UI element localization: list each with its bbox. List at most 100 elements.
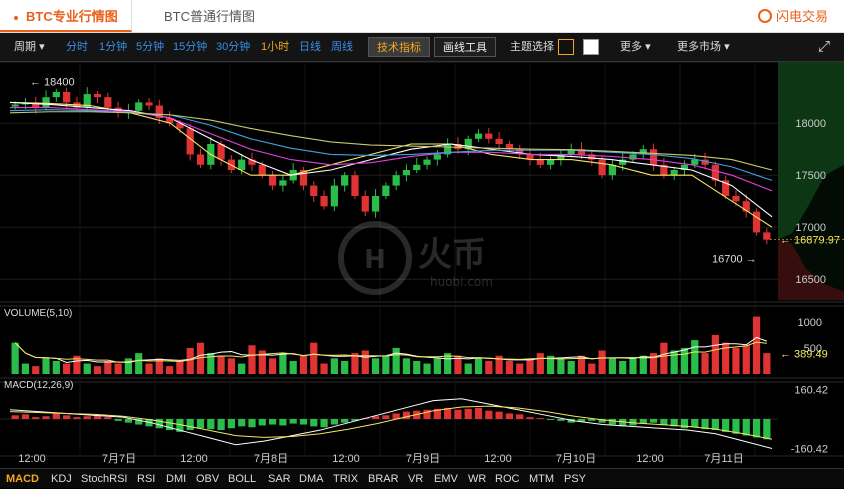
price-tick-label: 17000 <box>795 222 826 234</box>
tab-bar: BTC专业行情图 BTC普通行情图 闪电交易 <box>0 0 844 33</box>
volume-bar <box>176 360 184 374</box>
indicator-boll[interactable]: BOLL <box>228 469 256 488</box>
volume-bar <box>21 363 30 374</box>
time-axis-label: 7月7日 <box>102 453 136 465</box>
volume-bar <box>691 340 699 374</box>
volume-bar <box>93 366 102 374</box>
volume-bar <box>289 360 297 374</box>
macd-histogram-bar <box>732 419 740 434</box>
period-label: 周期 <box>14 41 36 53</box>
indicator-kdj[interactable]: KDJ <box>51 469 72 488</box>
volume-bar <box>83 363 91 374</box>
candle-body <box>135 102 143 111</box>
volume-bar <box>268 358 277 374</box>
macd-histogram-bar <box>485 410 493 419</box>
volume-bar <box>382 355 390 374</box>
macd-histogram-bar <box>217 419 225 431</box>
volume-bar <box>248 345 256 374</box>
macd-histogram-bar <box>248 419 256 428</box>
volume-bar <box>526 358 534 374</box>
volume-bar <box>145 363 153 374</box>
candle-body <box>474 133 483 139</box>
interval-1hour[interactable]: 1小时 <box>261 33 289 61</box>
macd-label: MACD(12,26,9) <box>4 380 73 391</box>
period-dropdown[interactable]: 周期 ▾ <box>14 33 45 61</box>
indicator-mtm[interactable]: MTM <box>529 469 554 488</box>
indicator-wr[interactable]: WR <box>468 469 486 488</box>
macd-histogram-bar <box>186 419 194 431</box>
indicator-vr[interactable]: VR <box>408 469 423 488</box>
indicator-dma[interactable]: DMA <box>299 469 323 488</box>
interval-weekly[interactable]: 周线 <box>331 33 353 61</box>
candle-body <box>361 196 369 212</box>
macd-histogram-bar <box>742 419 750 436</box>
indicator-macd[interactable]: MACD <box>6 469 39 488</box>
candle-body <box>536 159 544 165</box>
candle-body <box>186 128 194 155</box>
flash-trade-link[interactable]: 闪电交易 <box>757 0 828 32</box>
volume-bar <box>63 363 71 374</box>
indicator-psy[interactable]: PSY <box>564 469 586 488</box>
macd-histogram-bar <box>32 417 40 419</box>
volume-last-label: ← 389.49 <box>780 349 828 361</box>
more-markets-dropdown[interactable]: 更多市场 ▾ <box>677 33 730 61</box>
drawing-tools-button[interactable]: 画线工具 <box>434 37 496 57</box>
macd-histogram-bar <box>42 416 50 419</box>
macd-histogram-bar <box>495 411 503 419</box>
volume-bar <box>114 363 122 374</box>
candle-body <box>217 144 225 160</box>
volume-bar <box>557 358 565 374</box>
interval-1min[interactable]: 1分钟 <box>99 33 127 61</box>
macd-histogram-bar <box>299 419 308 425</box>
candle-body <box>351 175 359 196</box>
macd-histogram-bar <box>11 415 19 419</box>
macd-histogram-bar <box>526 417 534 419</box>
theme-label: 主题选择 <box>510 41 554 53</box>
more-dropdown[interactable]: 更多 ▾ <box>620 33 651 61</box>
candle-body <box>310 185 318 196</box>
indicators-button[interactable]: 技术指标 <box>368 37 430 57</box>
low-price-annotation: 16700 → <box>712 253 757 265</box>
candle-body <box>63 92 71 103</box>
interval-5min[interactable]: 5分钟 <box>136 33 164 61</box>
interval-daily[interactable]: 日线 <box>299 33 321 61</box>
indicator-emv[interactable]: EMV <box>434 469 458 488</box>
volume-bar <box>11 342 19 374</box>
volume-bar <box>392 347 400 374</box>
macd-histogram-bar <box>341 419 349 423</box>
macd-histogram-bar <box>454 409 462 419</box>
candle-body <box>341 175 349 186</box>
macd-histogram-bar <box>608 419 616 425</box>
theme-light-swatch[interactable] <box>583 39 599 55</box>
volume-tick-label: 1000 <box>798 317 822 329</box>
indicator-stochrsi[interactable]: StochRSI <box>81 469 127 488</box>
tab-pro-chart[interactable]: BTC专业行情图 <box>0 0 132 32</box>
volume-bar <box>433 358 441 374</box>
interval-30min[interactable]: 30分钟 <box>216 33 250 61</box>
caret-down-icon: ▾ <box>645 41 651 53</box>
indicator-sar[interactable]: SAR <box>268 469 291 488</box>
tab-basic-chart[interactable]: BTC普通行情图 <box>150 0 255 32</box>
interval-15min[interactable]: 15分钟 <box>173 33 207 61</box>
theme-dark-swatch[interactable] <box>558 39 574 55</box>
indicator-dmi[interactable]: DMI <box>166 469 186 488</box>
candle-body <box>763 232 771 240</box>
volume-bar <box>680 347 689 374</box>
high-price-annotation: ← 18400 <box>30 77 75 89</box>
price-chart[interactable]: H 火币 huobi.com ← 1840016700 →← 16879.97 … <box>0 62 844 467</box>
macd-histogram-bar <box>516 414 524 419</box>
indicator-roc[interactable]: ROC <box>495 469 519 488</box>
indicator-obv[interactable]: OBV <box>196 469 219 488</box>
time-axis-label: 7月11日 <box>704 453 744 465</box>
macd-histogram-bar <box>83 416 91 419</box>
indicator-brar[interactable]: BRAR <box>368 469 399 488</box>
indicator-rsi[interactable]: RSI <box>137 469 155 488</box>
macd-histogram-bar <box>382 415 390 419</box>
macd-histogram-bar <box>474 407 483 419</box>
interval-timeline[interactable]: 分时 <box>66 33 88 61</box>
candle-body <box>145 102 153 106</box>
indicator-trix[interactable]: TRIX <box>333 469 358 488</box>
fullscreen-icon[interactable]: ⤢ <box>818 33 830 61</box>
volume-bar <box>104 360 112 374</box>
volume-bar <box>186 347 194 374</box>
